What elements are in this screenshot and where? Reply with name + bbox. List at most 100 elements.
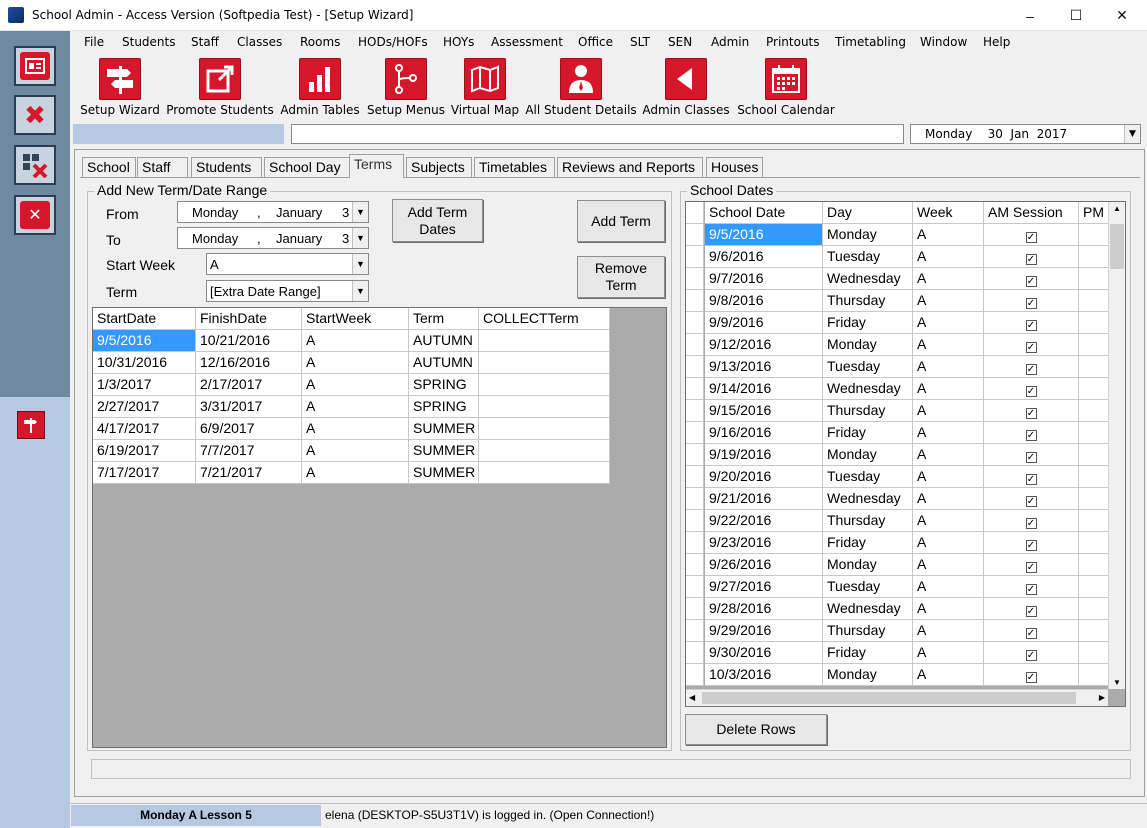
dates-cell[interactable]: Tuesday bbox=[823, 576, 913, 598]
terms-cell[interactable]: A bbox=[302, 374, 409, 396]
menu-staff[interactable]: Staff bbox=[191, 35, 219, 49]
scroll-up-icon[interactable]: ▲ bbox=[1113, 204, 1121, 213]
row-header[interactable] bbox=[686, 422, 704, 444]
dates-cell[interactable]: A bbox=[913, 664, 984, 686]
am-session-cell[interactable]: ✓ bbox=[984, 378, 1079, 400]
scroll-left-icon[interactable]: ◀ bbox=[689, 693, 695, 702]
am-session-cell[interactable]: ✓ bbox=[984, 290, 1079, 312]
start-week-select[interactable]: A ▼ bbox=[206, 253, 369, 275]
minimize-button[interactable]: – bbox=[1007, 0, 1053, 31]
menu-rooms[interactable]: Rooms bbox=[300, 35, 340, 49]
dates-cell[interactable]: A bbox=[913, 378, 984, 400]
checkbox-checked-icon[interactable]: ✓ bbox=[1025, 298, 1037, 309]
menu-sen[interactable]: SEN bbox=[668, 35, 692, 49]
checkbox-checked-icon[interactable]: ✓ bbox=[1025, 276, 1037, 287]
terms-cell[interactable]: SUMMER bbox=[409, 462, 479, 484]
dates-cell[interactable]: Tuesday bbox=[823, 246, 913, 268]
terms-cell[interactable]: SUMMER bbox=[409, 440, 479, 462]
terms-cell[interactable]: 7/7/2017 bbox=[196, 440, 302, 462]
scroll-right-icon[interactable]: ▶ bbox=[1099, 693, 1105, 702]
tab-reviews-and-reports[interactable]: Reviews and Reports bbox=[557, 157, 703, 177]
terms-cell[interactable]: 4/17/2017 bbox=[93, 418, 196, 440]
close-button[interactable]: ✕ bbox=[1099, 0, 1145, 31]
dates-cell[interactable]: 9/13/2016 bbox=[705, 356, 823, 378]
checkbox-checked-icon[interactable]: ✓ bbox=[1025, 408, 1037, 419]
am-session-cell[interactable]: ✓ bbox=[984, 576, 1079, 598]
checkbox-checked-icon[interactable]: ✓ bbox=[1025, 628, 1037, 639]
row-header[interactable] bbox=[686, 598, 704, 620]
menu-students[interactable]: Students bbox=[122, 35, 176, 49]
menu-help[interactable]: Help bbox=[983, 35, 1010, 49]
row-header[interactable] bbox=[686, 378, 704, 400]
dates-cell[interactable]: A bbox=[913, 400, 984, 422]
add-term-dates-button[interactable]: Add Term Dates bbox=[392, 199, 483, 242]
checkbox-checked-icon[interactable]: ✓ bbox=[1025, 364, 1037, 375]
tab-staff[interactable]: Staff bbox=[137, 157, 188, 177]
terms-cell[interactable]: SPRING bbox=[409, 396, 479, 418]
dates-col-school-date[interactable]: School Date bbox=[705, 202, 823, 224]
dates-cell[interactable]: 9/14/2016 bbox=[705, 378, 823, 400]
terms-cell[interactable]: A bbox=[302, 352, 409, 374]
vertical-scrollbar[interactable]: ▲ ▼ bbox=[1108, 202, 1125, 689]
dates-cell[interactable]: Wednesday bbox=[823, 488, 913, 510]
signpost-icon[interactable] bbox=[17, 411, 45, 439]
am-session-cell[interactable]: ✓ bbox=[984, 224, 1079, 246]
dates-cell[interactable]: 9/23/2016 bbox=[705, 532, 823, 554]
tab-terms[interactable]: Terms bbox=[349, 154, 404, 178]
dates-cell[interactable]: 9/28/2016 bbox=[705, 598, 823, 620]
dates-col-am-session[interactable]: AM Session bbox=[984, 202, 1079, 224]
school-dates-table[interactable]: School Date Day Week AM Session PM 9/5/2016 Mo… bbox=[685, 201, 1126, 707]
virtual-map-button[interactable]: Virtual Map bbox=[449, 53, 521, 119]
dates-cell[interactable]: A bbox=[913, 246, 984, 268]
remove-term-button[interactable]: Remove Term bbox=[577, 256, 665, 298]
tab-school[interactable]: School bbox=[82, 157, 136, 177]
row-header[interactable] bbox=[686, 510, 704, 532]
dates-cell[interactable]: A bbox=[913, 598, 984, 620]
am-session-cell[interactable]: ✓ bbox=[984, 268, 1079, 290]
dates-cell[interactable]: A bbox=[913, 554, 984, 576]
am-session-cell[interactable]: ✓ bbox=[984, 488, 1079, 510]
dates-cell[interactable]: 9/19/2016 bbox=[705, 444, 823, 466]
checkbox-checked-icon[interactable]: ✓ bbox=[1025, 342, 1037, 353]
setup-menus-button[interactable]: Setup Menus bbox=[366, 53, 446, 119]
checkbox-checked-icon[interactable]: ✓ bbox=[1025, 320, 1037, 331]
dates-cell[interactable]: 9/22/2016 bbox=[705, 510, 823, 532]
id-card-button[interactable] bbox=[14, 46, 56, 86]
dates-cell[interactable]: A bbox=[913, 510, 984, 532]
checkbox-checked-icon[interactable]: ✓ bbox=[1025, 518, 1037, 529]
dates-cell[interactable]: Monday bbox=[823, 444, 913, 466]
row-header[interactable] bbox=[686, 356, 704, 378]
dates-cell[interactable]: Wednesday bbox=[823, 268, 913, 290]
checkbox-checked-icon[interactable]: ✓ bbox=[1025, 386, 1037, 397]
dates-cell[interactable]: Tuesday bbox=[823, 466, 913, 488]
terms-cell[interactable] bbox=[479, 418, 610, 440]
am-session-cell[interactable]: ✓ bbox=[984, 334, 1079, 356]
chevron-down-icon[interactable]: ▼ bbox=[352, 281, 368, 301]
dates-cell[interactable]: A bbox=[913, 444, 984, 466]
scroll-down-icon[interactable]: ▼ bbox=[1113, 678, 1121, 687]
all-student-details-button[interactable]: All Student Details bbox=[525, 53, 637, 119]
terms-cell[interactable]: AUTUMN bbox=[409, 330, 479, 352]
dates-cell[interactable]: 9/15/2016 bbox=[705, 400, 823, 422]
menu-file[interactable]: File bbox=[84, 35, 104, 49]
dates-cell[interactable]: 9/12/2016 bbox=[705, 334, 823, 356]
row-header[interactable] bbox=[686, 664, 704, 686]
row-header[interactable] bbox=[686, 400, 704, 422]
am-session-cell[interactable]: ✓ bbox=[984, 466, 1079, 488]
terms-cell[interactable]: 3/31/2017 bbox=[196, 396, 302, 418]
am-session-cell[interactable]: ✓ bbox=[984, 510, 1079, 532]
dates-cell[interactable]: 9/27/2016 bbox=[705, 576, 823, 598]
checkbox-checked-icon[interactable]: ✓ bbox=[1025, 540, 1037, 551]
row-header[interactable] bbox=[686, 532, 704, 554]
dates-cell[interactable]: Friday bbox=[823, 422, 913, 444]
date-select[interactable]: Monday 30 Jan 2017 ▼ bbox=[910, 124, 1141, 144]
tab-houses[interactable]: Houses bbox=[706, 157, 763, 177]
terms-col-finishdate[interactable]: FinishDate bbox=[196, 308, 302, 330]
checkbox-checked-icon[interactable]: ✓ bbox=[1025, 474, 1037, 485]
row-header[interactable] bbox=[686, 268, 704, 290]
tab-subjects[interactable]: Subjects bbox=[406, 157, 472, 177]
dates-cell[interactable]: A bbox=[913, 466, 984, 488]
dates-cell[interactable]: 9/6/2016 bbox=[705, 246, 823, 268]
close-form-button[interactable]: ✕ bbox=[14, 195, 56, 235]
terms-cell[interactable]: 9/5/2016 bbox=[93, 330, 196, 352]
